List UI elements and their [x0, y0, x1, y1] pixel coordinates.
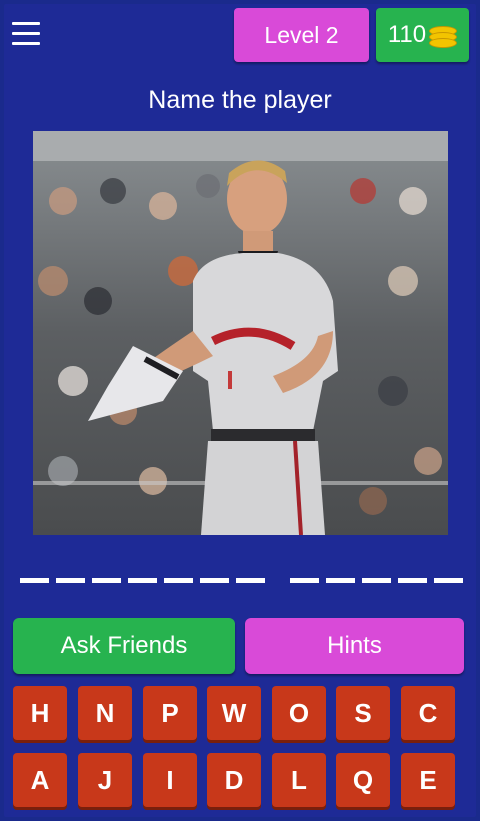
letter-key[interactable]: Q — [336, 753, 390, 807]
letter-key[interactable]: O — [272, 686, 326, 740]
letter-key[interactable]: H — [13, 686, 67, 740]
level-label: Level 2 — [264, 21, 339, 48]
answer-slot[interactable] — [434, 578, 463, 583]
letter-key[interactable]: S — [336, 686, 390, 740]
letter-key[interactable]: C — [401, 686, 455, 740]
hints-button[interactable]: Hints — [245, 618, 464, 674]
coin-stack-icon — [429, 24, 458, 48]
letter-key[interactable]: P — [143, 686, 197, 740]
answer-slot[interactable] — [164, 578, 193, 583]
answer-slots — [0, 578, 480, 584]
letter-key[interactable]: J — [78, 753, 132, 807]
coins-button[interactable]: 110 — [376, 8, 469, 62]
answer-slot[interactable] — [362, 578, 391, 583]
answer-slot[interactable] — [200, 578, 229, 583]
answer-slot[interactable] — [128, 578, 157, 583]
answer-slot[interactable] — [290, 578, 319, 583]
letter-key[interactable]: N — [78, 686, 132, 740]
letter-key[interactable]: L — [272, 753, 326, 807]
answer-slot[interactable] — [20, 578, 49, 583]
question-title: Name the player — [148, 86, 332, 114]
letter-key[interactable]: I — [143, 753, 197, 807]
answer-slot[interactable] — [398, 578, 427, 583]
coins-count: 110 — [387, 21, 427, 48]
letter-key[interactable]: A — [13, 753, 67, 807]
answer-slot[interactable] — [92, 578, 121, 583]
hints-label: Hints — [327, 632, 382, 659]
answer-slot[interactable] — [56, 578, 85, 583]
letter-key[interactable]: D — [207, 753, 261, 807]
ask-friends-button[interactable]: Ask Friends — [13, 618, 235, 674]
ask-friends-label: Ask Friends — [60, 632, 188, 659]
answer-slot[interactable] — [236, 578, 265, 583]
hamburger-menu-icon[interactable] — [12, 22, 40, 46]
level-button[interactable]: Level 2 — [234, 8, 369, 62]
letter-key[interactable]: W — [207, 686, 261, 740]
player-photo — [33, 131, 448, 535]
answer-slot[interactable] — [326, 578, 355, 583]
letter-key[interactable]: E — [401, 753, 455, 807]
